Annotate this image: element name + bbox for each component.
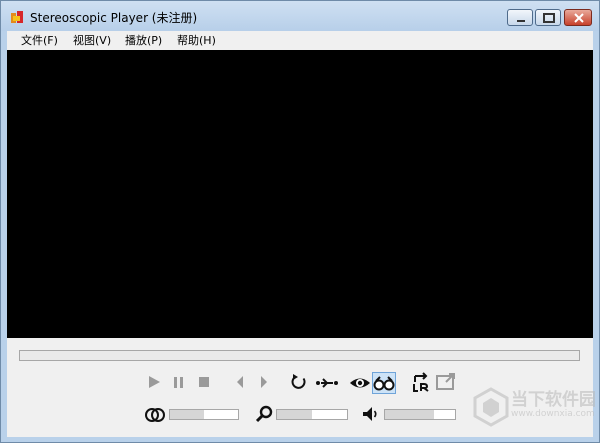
loop-icon <box>291 374 306 389</box>
play-button[interactable] <box>144 372 164 392</box>
previous-frame-icon <box>237 376 243 388</box>
play-icon <box>149 376 160 388</box>
stereo-glasses-button[interactable] <box>372 372 396 394</box>
watermark-logo-icon <box>473 387 509 427</box>
watermark-url: www.downxia.com <box>511 409 595 419</box>
volume-slider[interactable] <box>384 409 456 420</box>
eye-button[interactable] <box>349 372 371 392</box>
stereo-glasses-icon <box>373 376 395 391</box>
balance-slider[interactable] <box>169 409 239 420</box>
menu-help[interactable]: 帮助(H) <box>177 32 216 48</box>
next-frame-icon <box>261 376 267 388</box>
swap-views-button[interactable] <box>314 372 340 392</box>
volume-button[interactable] <box>361 404 381 424</box>
close-icon <box>574 13 584 23</box>
zoom-button[interactable] <box>254 404 274 424</box>
seek-bar[interactable] <box>19 350 580 361</box>
close-button[interactable] <box>564 9 592 26</box>
zoom-slider[interactable] <box>276 409 348 420</box>
maximize-icon <box>543 13 555 23</box>
menu-view[interactable]: 视图(V) <box>73 32 111 48</box>
eye-icon <box>350 378 370 388</box>
minimize-button[interactable] <box>507 9 533 26</box>
app-window: Stereoscopic Player (未注册) 文件(F) 视图(V) 播放… <box>0 0 600 443</box>
swap-views-icon <box>316 378 338 388</box>
stop-button[interactable] <box>194 372 214 392</box>
watermark: 当下软件园 www.downxia.com <box>471 385 596 429</box>
app-icon <box>10 9 24 23</box>
volume-fill <box>385 410 434 419</box>
previous-frame-button[interactable] <box>230 372 250 392</box>
zoom-fill <box>277 410 312 419</box>
magnifier-icon <box>255 405 273 423</box>
swap-left-right-icon <box>413 372 429 392</box>
swap-left-right-button[interactable] <box>410 372 432 392</box>
menu-file[interactable]: 文件(F) <box>21 32 58 48</box>
balance-button[interactable] <box>144 404 166 424</box>
speaker-icon <box>363 407 377 421</box>
next-frame-button[interactable] <box>254 372 274 392</box>
window-title: Stereoscopic Player (未注册) <box>30 11 198 25</box>
pause-icon <box>174 377 183 388</box>
minimize-icon <box>517 20 525 22</box>
balance-fill <box>170 410 204 419</box>
pause-button[interactable] <box>169 372 189 392</box>
menu-bar: 文件(F) 视图(V) 播放(P) 帮助(H) <box>7 31 593 49</box>
fullscreen-icon <box>436 373 455 390</box>
video-display[interactable] <box>7 50 593 338</box>
loop-button[interactable] <box>289 372 309 392</box>
maximize-button[interactable] <box>535 9 561 26</box>
menu-play[interactable]: 播放(P) <box>125 32 162 48</box>
stop-icon <box>199 377 209 387</box>
client-area: 文件(F) 视图(V) 播放(P) 帮助(H) <box>7 31 593 437</box>
watermark-brand: 当下软件园 <box>511 390 596 410</box>
overlap-circles-icon <box>145 408 165 422</box>
title-bar[interactable]: Stereoscopic Player (未注册) <box>1 1 599 31</box>
fullscreen-button[interactable] <box>435 372 457 392</box>
